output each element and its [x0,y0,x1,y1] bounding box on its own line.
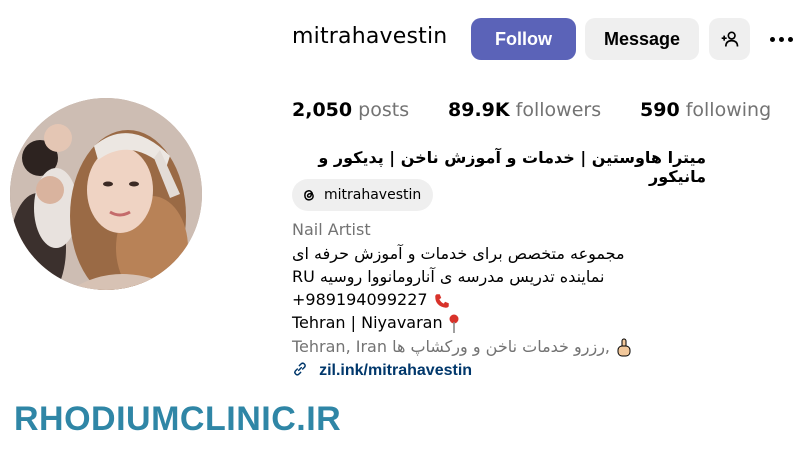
link-icon [294,362,306,376]
bio-link[interactable]: zil.ink/mitrahavestin [292,360,472,380]
profile-avatar[interactable] [10,98,202,290]
following-stat[interactable]: 590 following [640,99,771,121]
bio-location-text: Tehran | Niyavaran [292,313,443,332]
add-person-icon [721,31,738,47]
bio-line-2: نماینده تدریس مدرسه ی آنارومانووا روسیه … [292,267,605,286]
bio-phone-number: +989194099227 [292,290,428,309]
posts-label: posts [358,99,410,121]
followers-stat[interactable]: 89.9K followers [448,99,601,121]
bio-address-text: Tehran, Iran رزرو خدمات ناخن و ورکشاپ ها… [292,337,611,356]
profile-username: mitrahavestin [292,24,448,49]
pointing-hand-icon [617,338,631,356]
bio-phone: +989194099227 [292,290,451,310]
telephone-icon [434,293,449,308]
posts-count: 2,050 [292,99,353,121]
followers-count: 89.9K [448,99,510,121]
following-count: 590 [640,99,680,121]
threads-badge[interactable]: mitrahavestin [292,179,434,211]
followers-label: followers [515,99,602,121]
message-button[interactable]: Message [585,18,699,60]
posts-stat: 2,050 posts [292,99,409,121]
bio-link-text[interactable]: zil.ink/mitrahavestin [319,362,472,379]
following-label: following [685,99,772,121]
threads-icon [304,190,314,201]
bio-location: Tehran | Niyavaran [292,313,460,334]
more-options-icon [769,36,775,42]
bio-line-1: مجموعه متخصص برای خدمات و آموزش حرفه ای [292,244,625,263]
follow-button[interactable]: Follow [471,18,576,60]
watermark-text: RHODIUMCLINIC.IR [14,400,342,438]
threads-handle: mitrahavestin [324,187,422,203]
avatar-photo [10,98,202,290]
bio-address: Tehran, Iran رزرو خدمات ناخن و ورکشاپ ها… [292,337,633,358]
more-options-button[interactable] [764,28,798,50]
profile-category: Nail Artist [292,220,371,239]
suggest-similar-button[interactable] [709,18,750,60]
pushpin-icon [449,314,459,333]
